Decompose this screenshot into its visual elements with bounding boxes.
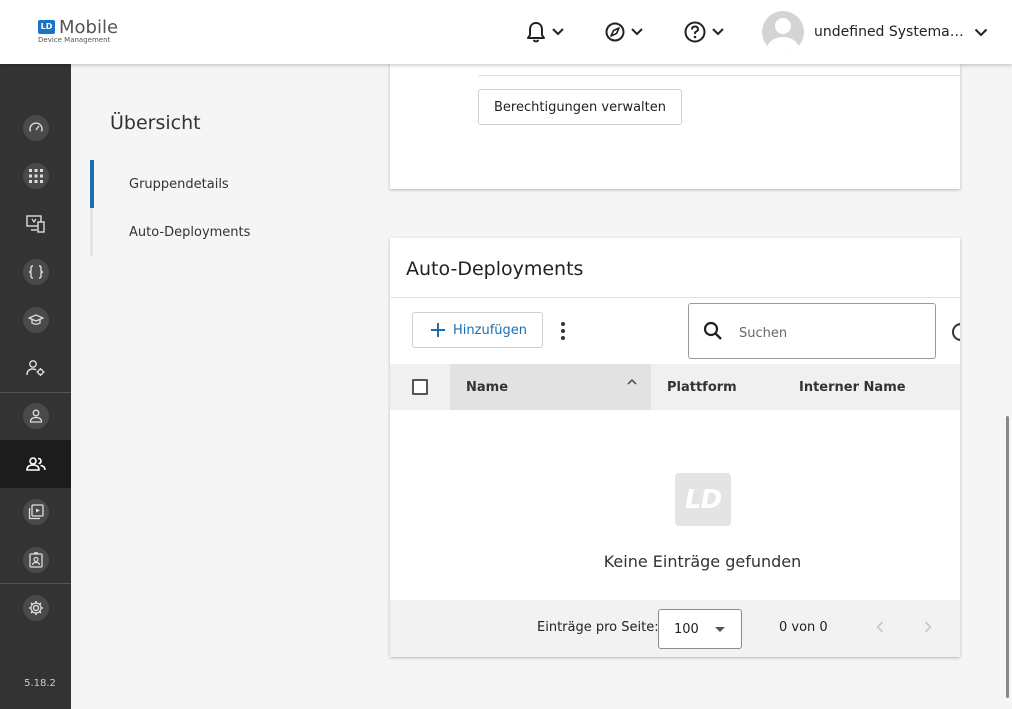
section-nav: Gruppendetails Auto-Deployments [90, 160, 370, 256]
logo-subtitle: Device Management [38, 36, 111, 44]
search-input[interactable] [739, 322, 919, 344]
manage-permissions-button[interactable]: Berechtigungen verwalten [478, 89, 683, 125]
plus-icon [431, 323, 445, 337]
table-header: Name Plattform Interner Name [390, 364, 960, 410]
add-button-label: Hinzufügen [453, 322, 527, 338]
chevron-right-icon [924, 621, 932, 633]
top-bar: LD Mobile Device Management undefined Sy… [0, 0, 1012, 64]
sidebar-item-groups[interactable] [0, 440, 71, 488]
subnav-item-auto-deployments[interactable]: Auto-Deployments [90, 208, 370, 256]
subnav-item-label: Auto-Deployments [129, 224, 251, 240]
compass-icon [605, 22, 625, 42]
next-page-button[interactable] [916, 615, 940, 639]
gear-icon [28, 601, 43, 615]
empty-state-message: Keine Einträge gefunden [603, 552, 802, 571]
sidebar-item-apps[interactable] [0, 152, 71, 200]
per-page-label: Einträge pro Seite: [537, 620, 659, 635]
more-options-icon[interactable] [552, 320, 574, 342]
braces-icon [28, 265, 43, 279]
column-header-internal-name[interactable]: Interner Name [799, 364, 949, 410]
page-scrollbar[interactable] [1006, 416, 1009, 698]
user-name: undefined Systemadministrator [814, 24, 968, 40]
messages-button[interactable] [605, 16, 643, 48]
sidebar-item-dashboard[interactable] [0, 104, 71, 152]
bell-icon [527, 22, 545, 43]
sidebar-item-badge[interactable] [0, 536, 71, 584]
sidebar-item-settings[interactable] [0, 584, 71, 632]
empty-state-logo: LD [675, 473, 731, 526]
group-icon [25, 457, 46, 471]
grid-icon [28, 169, 43, 183]
avatar [762, 11, 804, 53]
per-page-value: 100 [674, 622, 699, 637]
notifications-button[interactable] [526, 16, 564, 48]
user-icon [29, 409, 42, 423]
sidebar-item-user-settings[interactable] [0, 344, 71, 392]
previous-page-button[interactable] [868, 615, 892, 639]
chevron-down-icon [552, 28, 564, 36]
sidebar-item-deployments[interactable] [0, 488, 71, 536]
subnav-item-label: Gruppendetails [129, 176, 229, 192]
caret-down-icon [715, 627, 725, 632]
subnav-item-group-details[interactable]: Gruppendetails [90, 160, 370, 208]
sidebar: 5.18.2 [0, 64, 71, 709]
logo-mark: LD [38, 20, 55, 34]
auto-deployments-card: Auto-Deployments Hinzufügen Name Plattfo… [390, 238, 960, 657]
permissions-card: Berechtigungen verwalten [390, 64, 960, 189]
divider [390, 297, 960, 298]
card-title: Auto-Deployments [406, 258, 584, 280]
help-button[interactable] [684, 16, 724, 48]
help-icon [684, 21, 706, 43]
select-all-checkbox[interactable] [412, 379, 428, 395]
media-stack-icon [28, 504, 44, 520]
per-page-select[interactable]: 100 [658, 609, 742, 649]
column-label: Name [466, 379, 509, 395]
column-label: Interner Name [799, 379, 906, 395]
column-label: Plattform [667, 379, 737, 395]
pagination-range: 0 von 0 [779, 620, 828, 635]
chevron-down-icon [974, 28, 988, 36]
divider [478, 75, 960, 76]
column-header-name[interactable]: Name [450, 364, 651, 410]
chevron-down-icon [712, 28, 724, 36]
refresh-icon[interactable] [952, 323, 960, 341]
search-field[interactable] [688, 303, 936, 359]
badge-icon [28, 552, 43, 568]
sort-ascending-icon [627, 378, 637, 385]
chevron-left-icon [876, 621, 884, 633]
add-button[interactable]: Hinzufügen [412, 312, 543, 348]
devices-icon [25, 215, 45, 233]
speedometer-icon [28, 122, 43, 132]
logo-title: Mobile [59, 17, 119, 38]
table-footer: Einträge pro Seite: 100 0 von 0 [390, 600, 960, 657]
search-icon [703, 321, 722, 340]
sidebar-item-devices[interactable] [0, 200, 71, 248]
user-menu[interactable]: undefined Systemadministrator [762, 11, 988, 53]
sidebar-item-scripts[interactable] [0, 248, 71, 296]
chevron-down-icon [631, 28, 643, 36]
user-gear-icon [25, 360, 44, 376]
column-header-platform[interactable]: Plattform [667, 364, 787, 410]
sidebar-item-training[interactable] [0, 296, 71, 344]
overview-title: Übersicht [110, 112, 201, 134]
app-version: 5.18.2 [24, 678, 56, 689]
graduation-cap-icon [27, 314, 44, 325]
sidebar-item-users[interactable] [0, 392, 71, 440]
